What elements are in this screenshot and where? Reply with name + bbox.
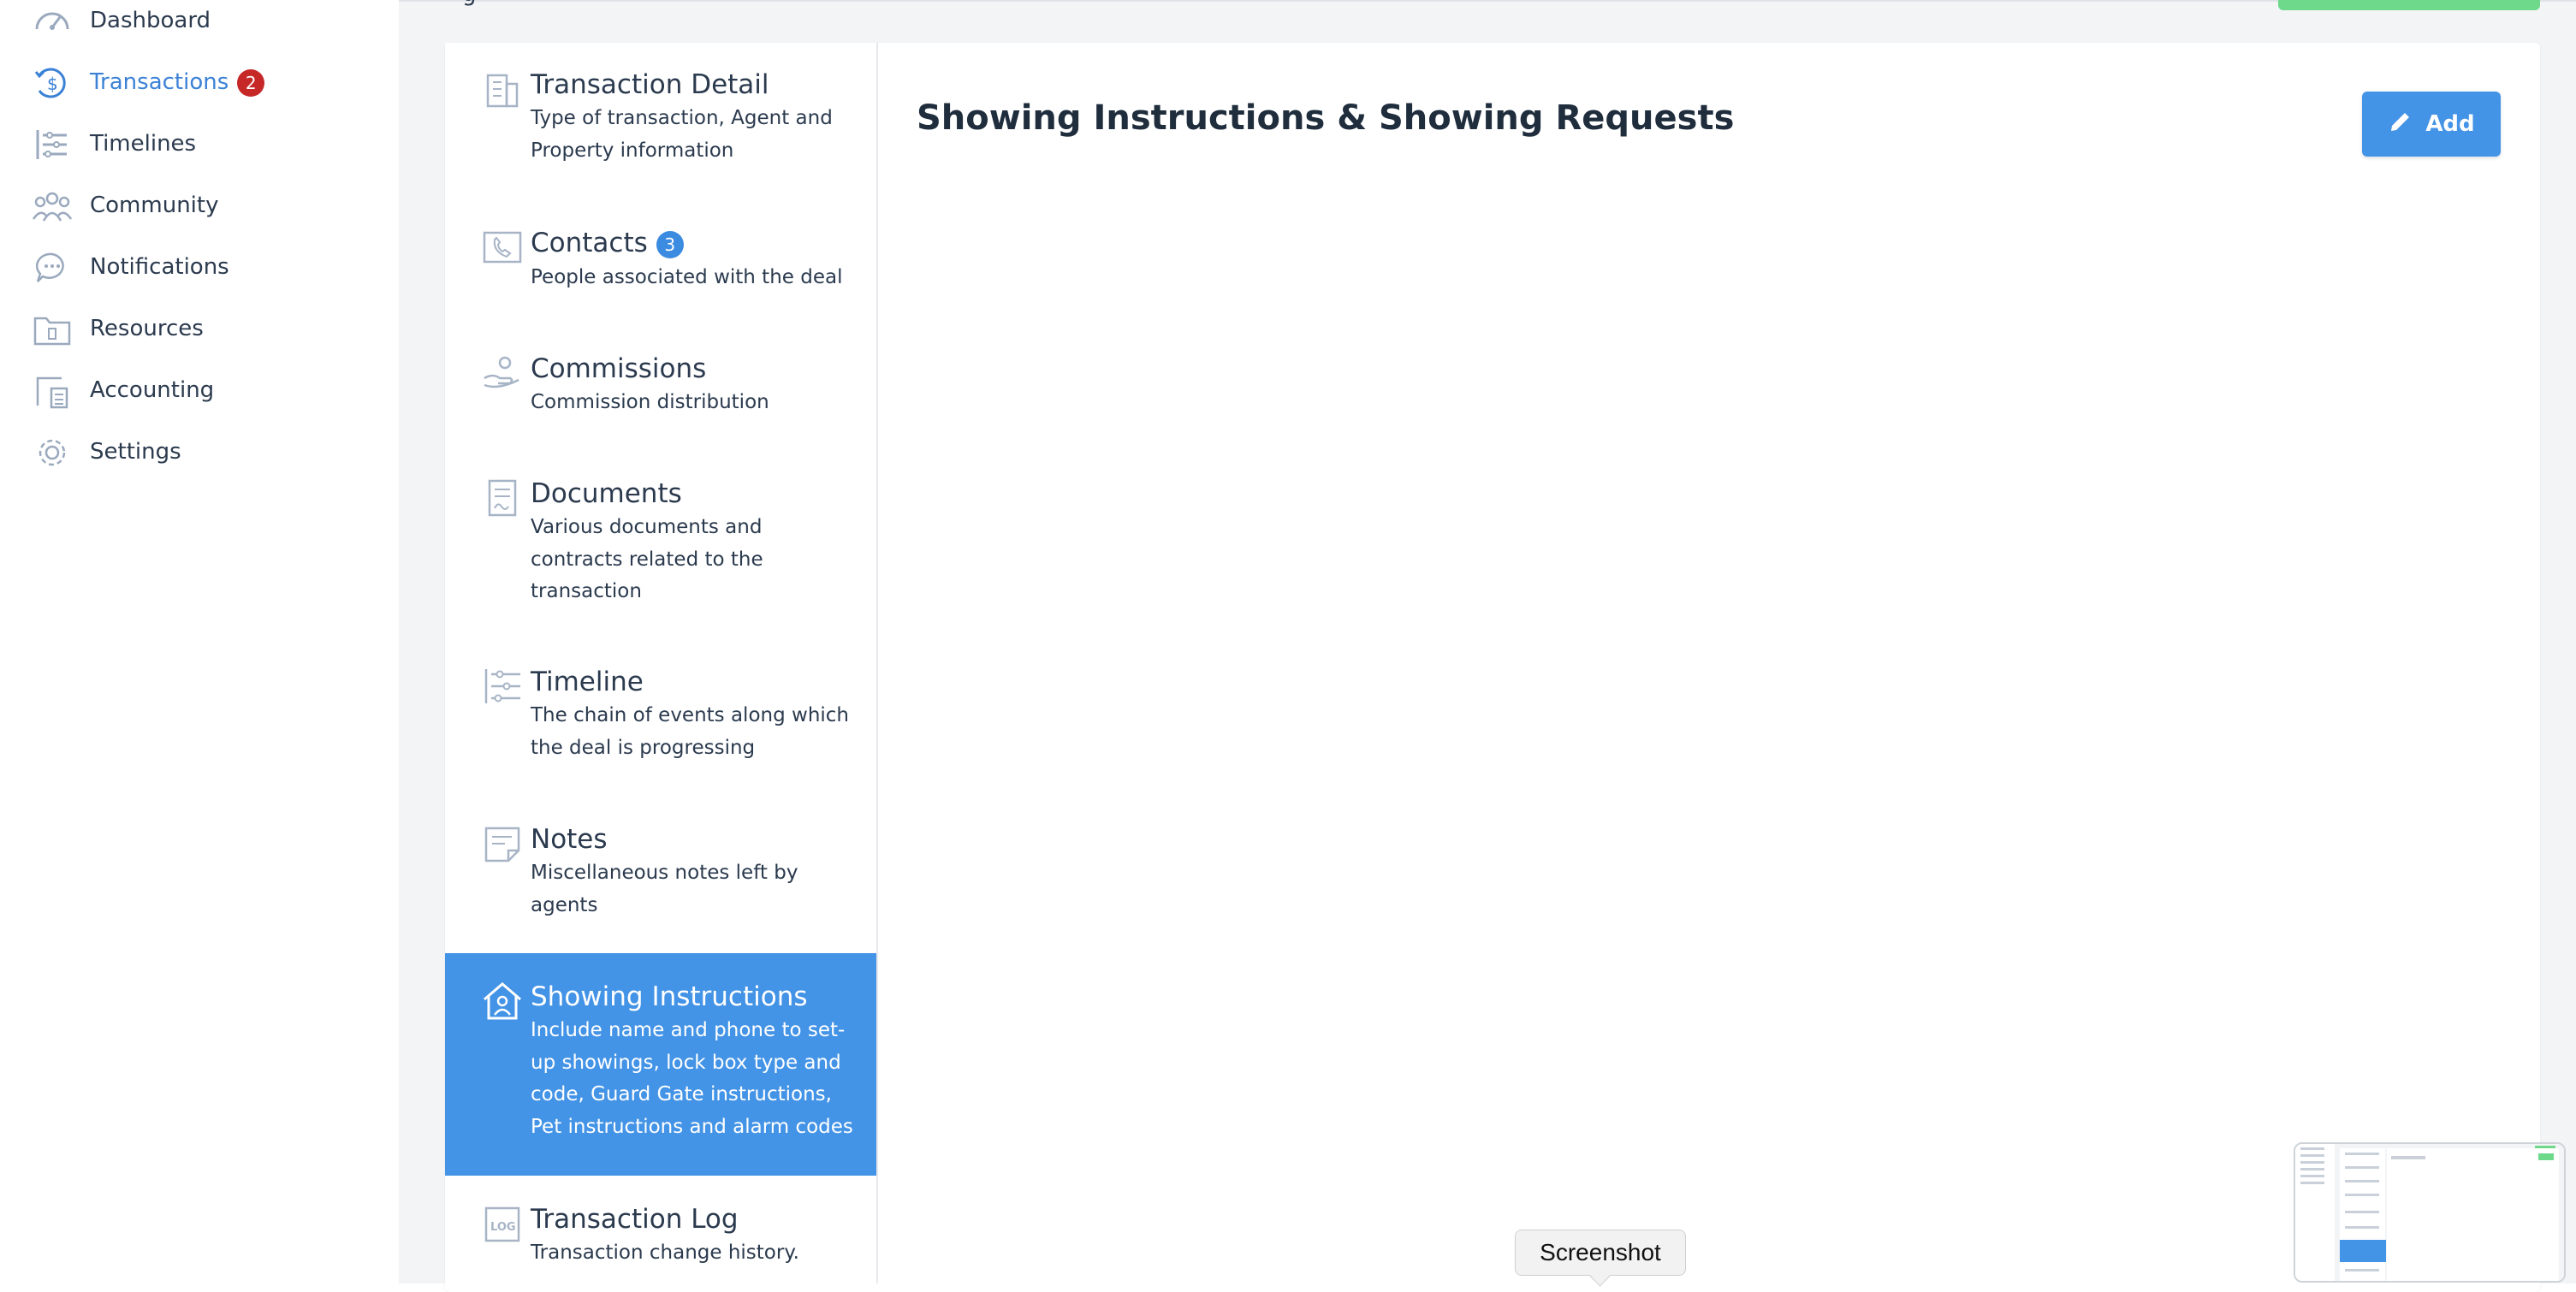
tab-timeline[interactable]: Timeline The chain of events along which…	[445, 638, 876, 796]
sidebar-item-community[interactable]: Community	[0, 180, 399, 231]
tab-contacts[interactable]: Contacts 3 People associated with the dea…	[445, 197, 876, 325]
tab-documents[interactable]: Documents Various documents and contract…	[445, 450, 876, 638]
tab-commissions[interactable]: Commissions Commission distribution	[445, 325, 876, 450]
sidebar-item-timelines[interactable]: Timelines	[0, 118, 399, 169]
sidebar-item-label: Resources	[90, 316, 204, 341]
gear-icon	[33, 435, 72, 471]
chat-bubble-icon	[33, 250, 72, 286]
tab-transaction-log[interactable]: LOG Transaction Log Transaction change h…	[445, 1176, 876, 1287]
log-icon: LOG	[481, 1203, 524, 1246]
page-title: Showing Instructions & Showing Requests	[917, 98, 1735, 138]
tab-transaction-detail[interactable]: Transaction Detail Type of transaction, …	[445, 43, 876, 197]
calculator-icon	[33, 373, 72, 409]
notification-badge: 2	[237, 68, 265, 97]
sidebar-item-label: Community	[90, 193, 219, 218]
sidebar: Dashboard $ Transactions 2 Timelines Comm…	[0, 0, 399, 1283]
tab-description: Type of transaction, Agent and Property …	[531, 107, 833, 162]
sidebar-item-label: Notifications	[90, 254, 229, 280]
add-button[interactable]: Add	[2362, 92, 2501, 157]
sidebar-item-notifications[interactable]: Notifications	[0, 241, 399, 293]
svg-text:$: $	[47, 74, 58, 94]
sidebar-item-dashboard[interactable]: Dashboard	[0, 0, 399, 46]
tab-description: Commission distribution	[531, 391, 769, 413]
tab-title: Contacts 3	[531, 228, 684, 258]
sidebar-item-label: Settings	[90, 439, 181, 465]
status-bar-green	[2278, 0, 2540, 10]
sidebar-item-label: Accounting	[90, 377, 215, 403]
dollar-cycle-icon: $	[33, 65, 72, 101]
tab-title: Notes	[531, 824, 608, 855]
tab-title: Transaction Log	[531, 1204, 739, 1235]
house-user-icon	[481, 981, 524, 1023]
sidebar-item-settings[interactable]: Settings	[0, 426, 399, 477]
contacts-title: Contacts	[531, 228, 648, 258]
users-icon	[32, 188, 73, 224]
tab-description: Various documents and contracts related …	[531, 516, 763, 602]
tab-title: Transaction Detail	[531, 69, 769, 100]
tab-description: Include name and phone to set-up showing…	[531, 1019, 853, 1138]
transactions-label: Transactions	[90, 69, 229, 95]
section-tabs: Transaction Detail Type of transaction, …	[445, 43, 878, 1283]
svg-text:LOG: LOG	[490, 1221, 516, 1234]
tab-notes[interactable]: Notes Miscellaneous notes left by agents	[445, 796, 876, 953]
sidebar-item-label: Timelines	[90, 131, 197, 157]
phone-book-icon	[481, 228, 524, 270]
folder-icon	[33, 311, 72, 347]
sidebar-item-transactions[interactable]: $ Transactions 2	[0, 56, 399, 108]
sidebar-item-label: Dashboard	[90, 8, 211, 33]
sidebar-item-accounting[interactable]: Accounting	[0, 364, 399, 416]
breadcrumb: g	[462, 0, 477, 7]
tab-title: Timeline	[531, 667, 644, 697]
tab-description: Miscellaneous notes left by agents	[531, 862, 798, 916]
document-icon	[481, 477, 524, 520]
tab-title: Commissions	[531, 353, 707, 384]
hand-coin-icon	[481, 353, 524, 395]
tab-description: Transaction change history.	[531, 1242, 799, 1264]
timeline-icon	[33, 127, 72, 163]
sidebar-item-label: Transactions 2	[90, 56, 265, 108]
timeline-icon	[481, 666, 524, 708]
thumbnail-preview	[2295, 1144, 2564, 1281]
gauge-icon	[33, 3, 72, 39]
building-icon	[481, 68, 524, 111]
screenshot-thumbnail[interactable]	[2294, 1142, 2566, 1283]
tab-description: The chain of events along which the deal…	[531, 704, 850, 759]
top-divider	[399, 0, 2576, 7]
sidebar-item-resources[interactable]: Resources	[0, 303, 399, 354]
contacts-count-badge: 3	[656, 230, 684, 258]
pencil-icon	[2388, 109, 2413, 140]
tab-title: Documents	[531, 478, 682, 509]
add-button-label: Add	[2425, 111, 2475, 137]
note-icon	[481, 823, 524, 866]
tab-showing-instructions[interactable]: Showing Instructions Include name and ph…	[445, 953, 876, 1176]
tab-title: Showing Instructions	[531, 981, 808, 1012]
screenshot-tooltip: Screenshot	[1515, 1230, 1686, 1276]
tab-description: People associated with the deal	[531, 266, 843, 288]
